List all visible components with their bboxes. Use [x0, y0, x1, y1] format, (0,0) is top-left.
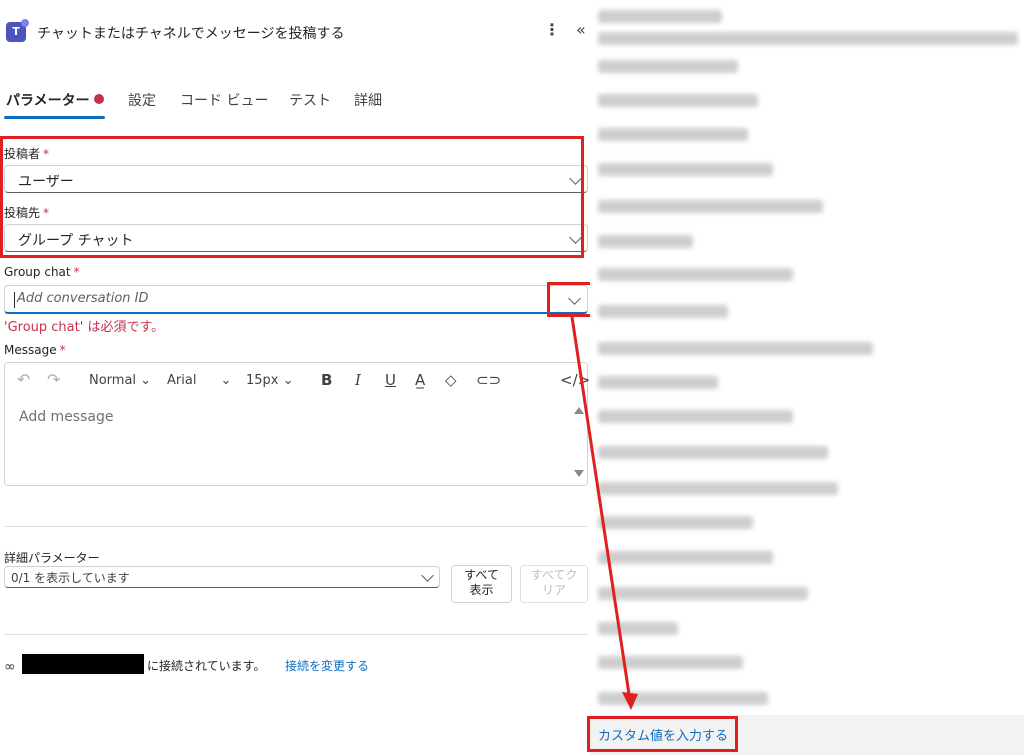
list-item[interactable] [598, 32, 1018, 45]
group-chat-input[interactable]: Add conversation ID [4, 285, 588, 314]
tab-details[interactable]: 詳細 [354, 90, 382, 110]
list-item[interactable] [598, 268, 793, 281]
chevron-down-icon [421, 569, 434, 582]
clear-all-label-1: すべてク [530, 568, 578, 582]
redacted-account [22, 654, 144, 674]
font-family-value: Arial [167, 373, 197, 388]
scroll-down-arrow[interactable] [574, 470, 584, 477]
tab-test[interactable]: テスト [289, 90, 331, 110]
code-view-icon[interactable]: </> [560, 371, 590, 389]
double-chevron-left-icon[interactable]: « [576, 20, 586, 39]
message-label-text: Message [4, 343, 57, 357]
section-divider [4, 526, 588, 527]
group-chat-error: 'Group chat' は必須です。 [4, 320, 165, 335]
action-config-panel: T チャットまたはチャネルでメッセージを投稿する ⋮ « パラメーター 設定 コ… [0, 0, 594, 755]
kebab-icon[interactable]: ⋮ [544, 20, 560, 39]
list-item[interactable] [598, 235, 693, 248]
list-item[interactable] [598, 342, 873, 355]
list-item[interactable] [598, 305, 728, 318]
paragraph-style-value: Normal [89, 373, 137, 388]
teams-logo-icon: T [6, 19, 29, 42]
bold-icon[interactable]: B [321, 371, 332, 389]
connection-status-text: に接続されています。 [147, 659, 266, 673]
message-editor[interactable]: ↶ ↷ Normal ⌄ Arial ⌄ 15px ⌄ B I U A̲ ◇ ⊂⊃… [4, 362, 590, 486]
clear-all-button[interactable]: すべてク リア [520, 565, 588, 603]
message-label: Message * [4, 343, 66, 357]
list-item[interactable] [598, 587, 808, 600]
show-all-label-1: すべて [464, 568, 499, 582]
list-item[interactable] [598, 622, 678, 635]
clear-all-label-2: リア [541, 583, 566, 597]
list-item[interactable] [598, 128, 748, 141]
highlight-box-dropdown-toggle [547, 282, 594, 317]
list-item[interactable] [598, 163, 773, 176]
list-item[interactable] [598, 60, 738, 73]
list-item[interactable] [598, 656, 743, 669]
text-caret [14, 292, 15, 308]
highlight-color-icon[interactable]: ◇ [445, 371, 457, 389]
tab-parameters[interactable]: パラメーター [6, 90, 90, 110]
required-marker: * [59, 343, 66, 357]
error-dot-icon [94, 94, 104, 104]
list-item[interactable] [598, 516, 753, 529]
list-item[interactable] [598, 551, 773, 564]
link-icon[interactable]: ⊂⊃ [476, 371, 501, 389]
action-title: チャットまたはチャネルでメッセージを投稿する [37, 26, 345, 42]
required-marker: * [73, 265, 80, 279]
show-all-label-2: 表示 [469, 583, 494, 597]
message-placeholder: Add message [19, 409, 114, 425]
advanced-params-value: 0/1 を表示しています [11, 571, 130, 585]
list-item[interactable] [598, 410, 793, 423]
list-item[interactable] [598, 446, 828, 459]
font-color-icon[interactable]: A̲ [415, 371, 425, 389]
list-item[interactable] [598, 692, 768, 705]
paragraph-style-select[interactable]: Normal ⌄ [89, 373, 151, 388]
active-tab-indicator [4, 116, 105, 119]
redo-icon[interactable]: ↷ [47, 370, 60, 389]
advanced-params-label: 詳細パラメーター [4, 551, 100, 565]
change-connection-link[interactable]: 接続を変更する [285, 657, 369, 674]
list-item[interactable] [598, 10, 722, 23]
font-size-select[interactable]: 15px ⌄ [246, 373, 294, 388]
advanced-params-select[interactable]: 0/1 を表示しています [4, 566, 440, 588]
group-chat-dropdown-list: カスタム値を入力する [590, 0, 1024, 755]
font-size-value: 15px [246, 373, 279, 388]
group-chat-placeholder: Add conversation ID [17, 291, 149, 306]
font-family-select[interactable]: Arial ⌄ [167, 373, 231, 388]
tab-code-view[interactable]: コード ビュー [180, 90, 268, 110]
list-item[interactable] [598, 200, 823, 213]
list-item[interactable] [598, 482, 838, 495]
connection-icon: ∞ [4, 659, 16, 675]
list-item[interactable] [598, 94, 758, 107]
chevron-down-icon: ⌄ [220, 373, 232, 388]
highlight-box-custom-value [587, 716, 738, 752]
underline-icon[interactable]: U [385, 371, 396, 389]
list-item[interactable] [598, 376, 718, 389]
highlight-box-poster-fields [0, 136, 584, 258]
undo-icon[interactable]: ↶ [17, 370, 30, 389]
section-divider [4, 634, 588, 635]
scroll-up-arrow[interactable] [574, 407, 584, 414]
group-chat-label-text: Group chat [4, 265, 71, 279]
show-all-button[interactable]: すべて 表示 [451, 565, 512, 603]
tab-bar: パラメーター 設定 コード ビュー テスト 詳細 [0, 86, 590, 120]
panel-header: T チャットまたはチャネルでメッセージを投稿する ⋮ « [0, 0, 590, 62]
group-chat-label: Group chat * [4, 265, 80, 279]
italic-icon[interactable]: I [355, 371, 361, 389]
tab-settings[interactable]: 設定 [128, 90, 156, 110]
